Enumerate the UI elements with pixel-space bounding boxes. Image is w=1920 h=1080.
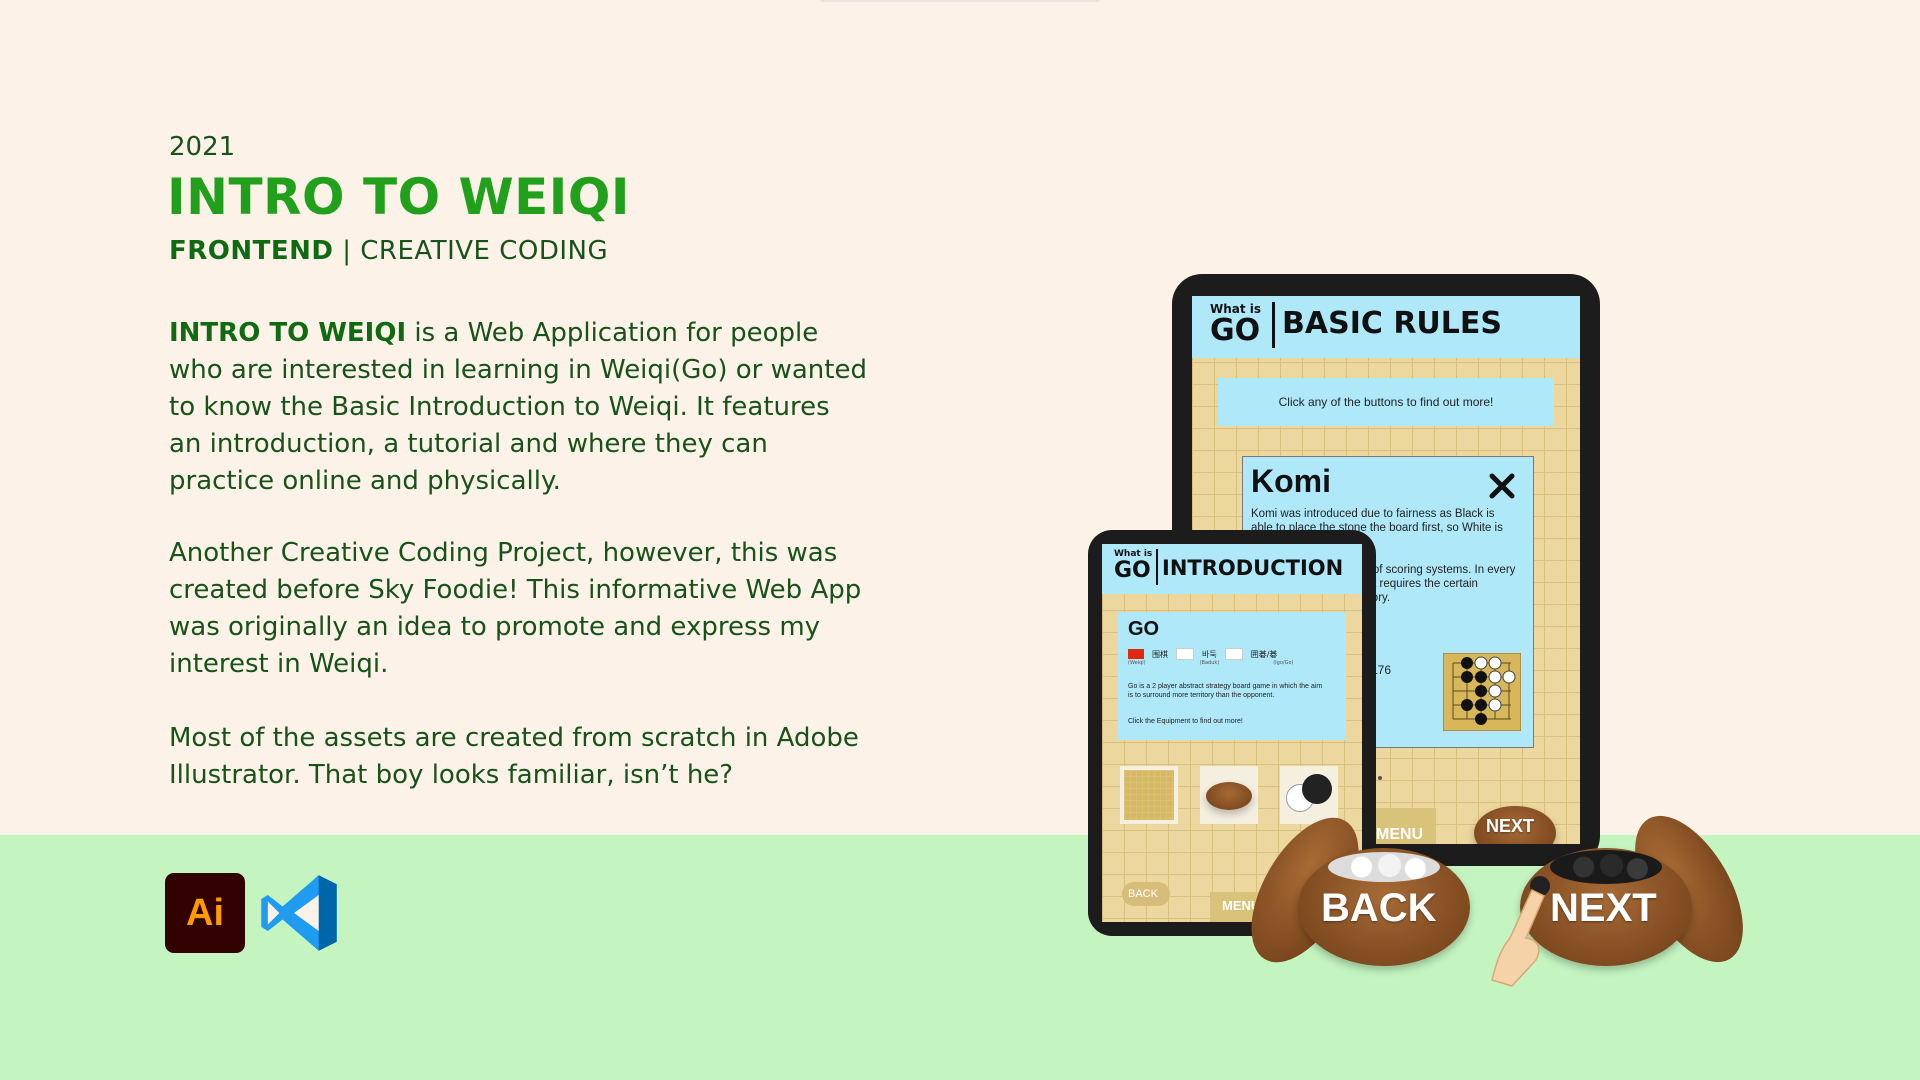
lang-cn-sub: (Weiqi) [1128,660,1146,666]
tablet-menu-label: MENU [1376,826,1424,843]
mini-go-board-icon [1443,653,1521,731]
black-stones-icon [1550,850,1662,884]
next-bowl-label: NEXT [1550,886,1657,930]
go-card-title: GO [1128,618,1160,640]
language-romanizations: (Weiqi) (Baduk) (Igo/Go) [1128,660,1293,666]
lang-jp-sub: (Igo/Go) [1273,660,1294,666]
tag-separator: | [333,236,361,266]
phone-header-divider [1156,549,1158,585]
top-scroll-indicator [820,0,1100,2]
close-icon[interactable] [1489,473,1515,499]
lang-jp: 囲碁/碁 [1250,649,1278,659]
tablet-next-label: NEXT [1486,816,1535,836]
vscode-icon [261,875,337,951]
equipment-bowl-button[interactable] [1200,766,1258,824]
description-bold-title: INTRO TO WEIQI [169,318,407,348]
language-names: 围棋 바둑 囲碁/碁 [1128,648,1277,660]
white-stones-icon [1328,852,1440,882]
tablet-header-divider [1272,302,1275,348]
tablet-go-label: GO [1210,313,1261,348]
back-bowl-label: BACK [1321,886,1437,930]
lang-cn: 围棋 [1152,649,1168,659]
china-flag-icon [1128,649,1144,659]
korea-flag-icon [1176,648,1194,660]
pointing-hand-icon [1491,876,1550,987]
illustrator-label: Ai [186,891,224,934]
japan-flag-icon [1224,648,1243,660]
equipment-stones-button[interactable] [1280,766,1338,824]
komi-title: Komi [1251,463,1331,499]
star-point [1378,776,1382,780]
project-tags: FRONTEND | CREATIVE CODING [169,236,608,266]
tag-secondary: CREATIVE CODING [360,236,609,266]
project-year: 2021 [169,132,236,162]
device-mockups: What is GO BASIC RULES Click any of the … [1080,270,1766,990]
go-card-text: Go is a 2 player abstract strategy board… [1128,683,1323,699]
phone-header: What is GO INTRODUCTION [1102,544,1362,594]
adobe-illustrator-icon: Ai [165,873,245,953]
lang-kr-sub: (Baduk) [1199,660,1220,666]
phone-back-label: BACK [1128,888,1158,900]
phone-go-label: GO [1114,558,1151,583]
project-title: INTRO TO WEIQI [167,168,631,226]
description-paragraph-3: Most of the assets are created from scra… [169,723,859,790]
go-card-hint: Click the Equipment to find out more! [1128,718,1243,725]
description-paragraph-2: Another Creative Coding Project, however… [169,538,862,679]
phone-page-title: INTRODUCTION [1162,556,1344,580]
tag-primary: FRONTEND [169,236,334,266]
go-info-card: GO 围棋 바둑 囲碁/碁 (Weiqi) (Baduk) (Igo/Go) Go … [1118,612,1346,740]
tablet-page-title: BASIC RULES [1282,306,1502,341]
tablet-hint-banner: Click any of the buttons to find out mor… [1218,378,1554,426]
equipment-board-button[interactable] [1120,766,1178,824]
tablet-header: What is GO BASIC RULES [1192,296,1580,358]
lang-kr: 바둑 [1202,649,1217,659]
description-paragraph-1: INTRO TO WEIQI is a Web Application for … [169,315,869,500]
